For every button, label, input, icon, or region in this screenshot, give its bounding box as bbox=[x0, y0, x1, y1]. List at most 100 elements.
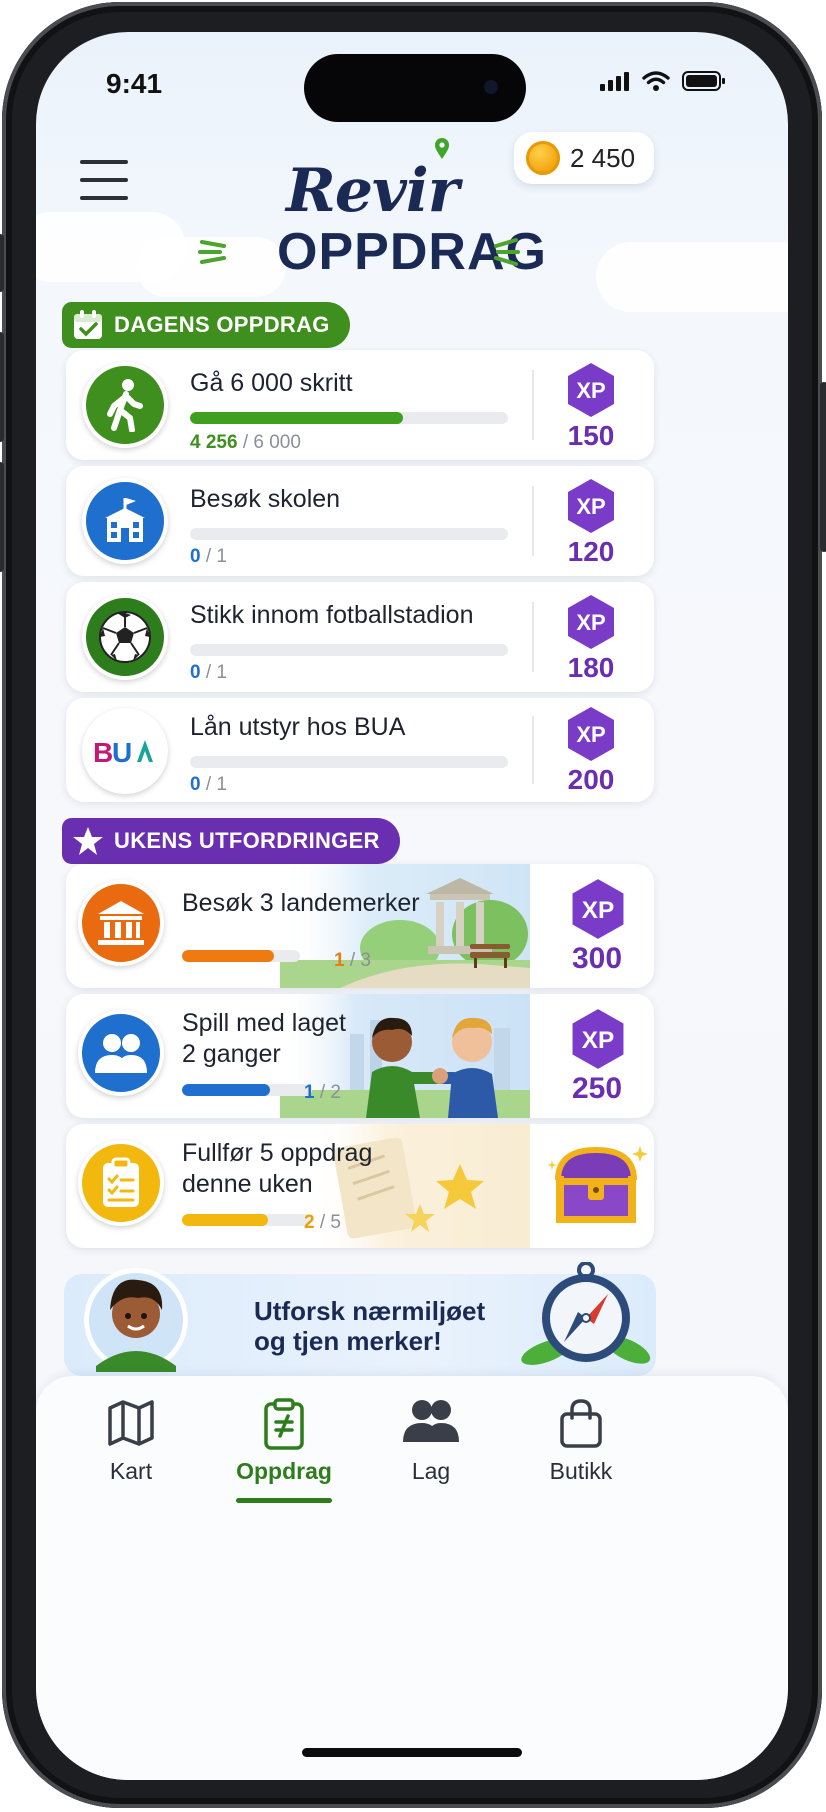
quest-title: Stikk innom fotballstadion bbox=[190, 601, 474, 629]
xp-badge-text: XP bbox=[576, 722, 605, 747]
menu-button[interactable] bbox=[80, 160, 128, 200]
xp-badge-text: XP bbox=[576, 494, 605, 519]
quest-progress-bar bbox=[190, 528, 508, 540]
treasure-chest-icon bbox=[548, 1146, 648, 1223]
sparkle-right-icon bbox=[494, 238, 520, 266]
xp-value: 200 bbox=[567, 764, 615, 795]
team-icon bbox=[78, 1010, 164, 1096]
school-icon bbox=[82, 478, 168, 564]
active-tab-indicator bbox=[236, 1498, 332, 1503]
title-wrap: OPPDRAG bbox=[36, 222, 788, 282]
challenge-progress-fill bbox=[182, 1084, 271, 1096]
xp-badge-text: XP bbox=[576, 378, 605, 403]
challenge-title-line-2: denne uken bbox=[182, 1170, 313, 1198]
challenge-title-line-1: Spill med laget bbox=[182, 1009, 346, 1037]
tab-label: Lag bbox=[411, 1458, 451, 1484]
xp-badge-icon: XP bbox=[568, 707, 614, 761]
quest-progress-text: 0 / 1 bbox=[190, 546, 227, 567]
banner-text: Utforsk nærmiljøet og tjen merker! bbox=[254, 1296, 485, 1356]
challenge-progress-text: 1 / 2 bbox=[304, 1082, 341, 1103]
quest-progress-text: 0 / 1 bbox=[190, 662, 227, 683]
walking-person-icon bbox=[82, 362, 168, 448]
cellular-signal-icon bbox=[600, 72, 629, 91]
landmark-icon bbox=[78, 880, 164, 966]
tab-bar: Kart Oppdrag Lag Butikk bbox=[36, 1376, 788, 1780]
challenge-progress-fill bbox=[182, 1214, 268, 1226]
compass-icon bbox=[521, 1262, 651, 1365]
app-screen: 9:41 Revir 2 450 OPPDRAG DAGENS OPPDRAG … bbox=[36, 32, 788, 1780]
dynamic-island bbox=[304, 54, 526, 122]
quest-progress-text: 0 / 1 bbox=[190, 774, 227, 795]
soccer-ball-icon bbox=[82, 594, 168, 680]
home-indicator[interactable] bbox=[302, 1748, 522, 1757]
challenge-card-team[interactable]: Spill med laget 2 ganger 1 / 2 XP 250 bbox=[66, 994, 654, 1118]
quest-card-stadium[interactable]: Stikk innom fotballstadion 0 / 1 XP 180 bbox=[66, 582, 654, 692]
battery-icon bbox=[682, 71, 725, 91]
wifi-icon bbox=[642, 71, 670, 91]
xp-badge-icon: XP bbox=[568, 595, 614, 649]
volume-down-button bbox=[0, 462, 4, 572]
star-icon bbox=[73, 827, 103, 855]
card-divider bbox=[532, 486, 534, 556]
quest-progress-bar bbox=[190, 756, 508, 768]
xp-badge-text: XP bbox=[576, 610, 605, 635]
status-icons bbox=[600, 70, 726, 92]
status-time: 9:41 bbox=[106, 68, 163, 99]
quest-card-bua[interactable]: B U Lån utstyr hos BUA 0 / 1 XP 200 bbox=[66, 698, 654, 802]
challenge-title: Besøk 3 landemerker bbox=[182, 889, 420, 917]
challenge-title: Spill med laget 2 ganger bbox=[182, 1008, 346, 1070]
svg-text:B: B bbox=[93, 737, 113, 766]
card-divider bbox=[532, 370, 534, 440]
quest-title: Besøk skolen bbox=[190, 485, 341, 513]
explore-banner[interactable]: Utforsk nærmiljøet og tjen merker! bbox=[64, 1262, 656, 1376]
tab-butikk[interactable]: Butikk bbox=[506, 1376, 656, 1506]
tab-lag[interactable]: Lag bbox=[356, 1376, 506, 1506]
challenge-title-line-2: 2 ganger bbox=[182, 1040, 281, 1068]
calendar-check-icon bbox=[74, 310, 102, 339]
avatar bbox=[84, 1268, 188, 1372]
challenge-progress-text: 2 / 5 bbox=[304, 1212, 341, 1233]
phone-frame: 9:41 Revir 2 450 OPPDRAG DAGENS OPPDRAG … bbox=[0, 2, 826, 1808]
power-button bbox=[820, 382, 826, 552]
map-icon bbox=[108, 1400, 154, 1446]
quest-progress-bar bbox=[190, 412, 508, 424]
tab-label: Oppdrag bbox=[236, 1458, 332, 1484]
tab-kart[interactable]: Kart bbox=[56, 1376, 206, 1506]
svg-text:U: U bbox=[112, 737, 132, 766]
tab-oppdrag[interactable]: Oppdrag bbox=[209, 1376, 359, 1506]
challenge-progress-bar bbox=[182, 1214, 312, 1226]
challenge-progress-text: 1 / 3 bbox=[334, 950, 371, 971]
challenge-title: Fullfør 5 oppdrag denne uken bbox=[182, 1138, 372, 1200]
xp-value: 250 bbox=[571, 1072, 623, 1105]
logo-text: Revir bbox=[286, 156, 459, 226]
section-label-text: UKENS UTFORDRINGER bbox=[114, 828, 380, 853]
menu-line bbox=[80, 196, 128, 200]
silent-switch bbox=[0, 234, 4, 292]
xp-badge-icon: XP bbox=[572, 1009, 624, 1069]
clipboard-checklist-icon bbox=[78, 1140, 164, 1226]
quest-title: Gå 6 000 skritt bbox=[190, 369, 353, 397]
park-landmark-illustration bbox=[280, 864, 530, 988]
quest-card-walk[interactable]: Gå 6 000 skritt 4 256 / 6 000 XP 150 bbox=[66, 350, 654, 460]
xp-value: 300 bbox=[571, 942, 623, 975]
xp-badge-icon: XP bbox=[572, 879, 624, 939]
volume-up-button bbox=[0, 332, 4, 442]
challenge-card-complete-quests[interactable]: Fullfør 5 oppdrag denne uken 2 / 5 bbox=[66, 1124, 654, 1248]
xp-value: 120 bbox=[567, 536, 615, 567]
team-icon bbox=[403, 1400, 459, 1442]
revir-logo: Revir bbox=[286, 138, 516, 232]
quest-clipboard-icon bbox=[264, 1398, 304, 1450]
xp-badge-text: XP bbox=[582, 897, 614, 924]
quest-card-school[interactable]: Besøk skolen 0 / 1 XP 120 bbox=[66, 466, 654, 576]
card-divider bbox=[532, 602, 534, 672]
section-label-daily: DAGENS OPPDRAG bbox=[62, 302, 350, 348]
challenge-progress-fill bbox=[182, 950, 275, 962]
xp-value: 150 bbox=[567, 420, 615, 451]
coin-balance[interactable]: 2 450 bbox=[514, 132, 654, 184]
coin-icon bbox=[526, 141, 560, 175]
tab-label: Butikk bbox=[549, 1458, 613, 1484]
xp-badge-icon: XP bbox=[568, 479, 614, 533]
challenge-card-landmarks[interactable]: Besøk 3 landemerker 1 / 3 XP 300 bbox=[66, 864, 654, 988]
banner-line-2: og tjen merker! bbox=[254, 1326, 442, 1356]
challenge-progress-bar bbox=[182, 1084, 312, 1096]
